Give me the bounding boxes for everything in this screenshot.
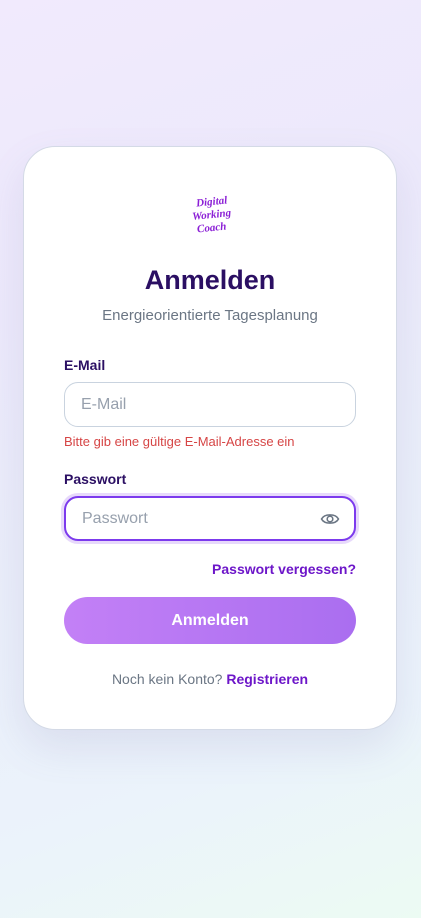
login-button[interactable]: Anmelden — [64, 597, 356, 644]
email-label: E-Mail — [64, 357, 106, 373]
email-field[interactable] — [64, 382, 356, 427]
password-label: Passwort — [64, 471, 127, 487]
eye-icon[interactable] — [320, 510, 340, 528]
password-field[interactable] — [64, 496, 356, 541]
register-prompt: Noch kein Konto? Registrieren — [24, 671, 396, 687]
register-link[interactable]: Registrieren — [226, 671, 308, 687]
svg-text:Coach: Coach — [196, 221, 226, 235]
brand-logo: Digital Working Coach — [192, 194, 232, 235]
login-card: Digital Working Coach Anmelden Energieor… — [23, 146, 397, 730]
no-account-text: Noch kein Konto? — [111, 671, 223, 687]
page-subtitle: Energieorientierte Tagesplanung — [102, 307, 318, 324]
page-title: Anmelden — [144, 265, 276, 295]
email-error-message: Bitte gib eine gültige E-Mail-Adresse ei… — [64, 434, 295, 449]
forgot-password-link[interactable]: Passwort vergessen? — [212, 561, 356, 577]
